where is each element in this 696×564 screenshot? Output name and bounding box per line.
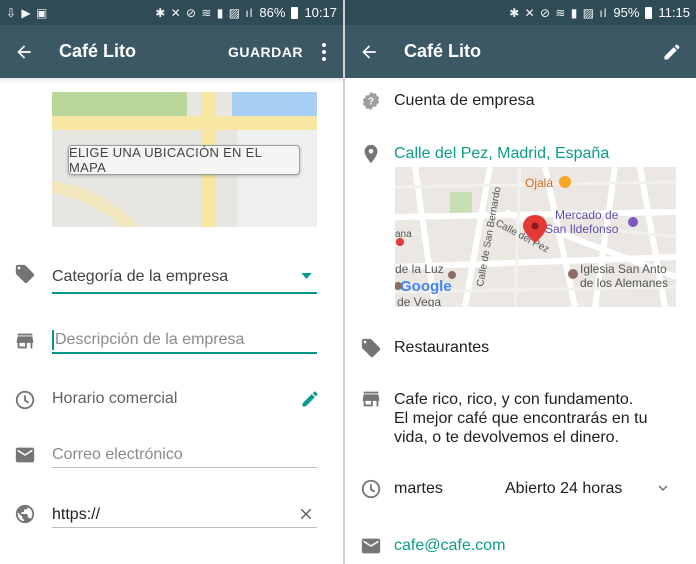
app-bar: Café Lito GUARDAR [0, 25, 343, 78]
business-description: Cafe rico, rico, y con fundamento. El me… [394, 390, 689, 447]
map-label-mercado-1: Mercado de [555, 208, 619, 222]
clock-icon [360, 478, 382, 500]
battery-icon [645, 6, 653, 19]
map-label-iglesia-2: de los Alemanes [580, 276, 668, 290]
map-label-de-la-luz: de la Luz [395, 262, 444, 276]
website-underline [52, 527, 317, 528]
map-label-mercado-2: San Ildefonso [545, 222, 619, 236]
location-map[interactable]: Ojalá Mercado de San Ildefonso Calle del… [395, 167, 676, 307]
status-bar: ✱ ✕ ⊘ ≋ ▮ ▨ ıl 95% 11:15 [345, 0, 696, 25]
address-link[interactable]: Calle del Pez, Madrid, España [394, 145, 609, 163]
clock: 10:17 [304, 5, 337, 20]
app-bar-title: Café Lito [59, 41, 137, 61]
top-shadow [0, 78, 343, 84]
app-bar: Café Lito [345, 25, 696, 78]
svg-text:?: ? [368, 97, 374, 108]
map-label-de-vega: de Vega [397, 295, 441, 307]
status-bar: ⇩ ▶ ▣ ✱ ✕ ⊘ ≋ ▮ ▨ ıl 86% 10:17 [0, 0, 343, 25]
location-map-preview[interactable]: ELIGE UNA UBICACIÓN EN EL MAPA [52, 92, 317, 227]
description-line: El mejor café que encontrarás en tu [394, 410, 648, 427]
category-dropdown[interactable]: Categoría de la empresa [52, 268, 317, 286]
google-logo: Google [400, 278, 452, 295]
business-profile-screen: ✱ ✕ ⊘ ≋ ▮ ▨ ıl 95% 11:15 Café Lito ? Cue… [345, 0, 696, 564]
clear-icon[interactable] [297, 505, 315, 523]
map-label-iglesia-1: Iglesia San Anto [580, 262, 667, 276]
business-hours-field[interactable]: Horario comercial [52, 390, 177, 408]
tag-icon [14, 263, 36, 285]
description-line: Cafe rico, rico, y con fundamento. [394, 391, 634, 408]
tag-icon [360, 337, 382, 359]
storefront-icon [360, 388, 382, 410]
chevron-down-icon[interactable] [654, 479, 672, 497]
more-options-icon[interactable] [321, 42, 327, 61]
dropdown-arrow-icon[interactable] [301, 273, 312, 279]
email-input[interactable]: Correo electrónico [52, 446, 183, 464]
account-type-label: Cuenta de empresa [394, 92, 535, 109]
category-value: Categoría de la empresa [52, 268, 229, 285]
map-tiles: Ojalá Mercado de San Ildefonso Calle del… [395, 167, 676, 307]
battery-level: 95% [613, 5, 640, 20]
edit-business-profile-screen: ⇩ ▶ ▣ ✱ ✕ ⊘ ≋ ▮ ▨ ıl 86% 10:17 Café Lito… [0, 0, 343, 564]
app-bar-title: Café Lito [404, 41, 482, 61]
description-underline [52, 352, 317, 354]
map-label-ojala: Ojalá [525, 176, 553, 190]
battery-level: 86% [259, 5, 286, 20]
battery-icon [291, 6, 299, 19]
system-status-icons: ✱ ✕ ⊘ ≋ ▮ ▨ ıl [509, 5, 608, 20]
description-cursor [52, 330, 54, 350]
clock-icon [14, 389, 36, 411]
system-status-icons: ✱ ✕ ⊘ ≋ ▮ ▨ ıl [155, 5, 254, 20]
website-input[interactable]: https:// [52, 506, 100, 524]
edit-pencil-icon[interactable] [300, 389, 320, 409]
notification-icons: ⇩ ▶ ▣ [6, 5, 49, 20]
back-arrow-icon[interactable] [14, 42, 34, 62]
email-icon [360, 535, 382, 557]
email-icon [14, 444, 36, 466]
clock: 11:15 [658, 5, 690, 20]
hours-day: martes [394, 480, 443, 497]
save-button[interactable]: GUARDAR [228, 44, 303, 60]
description-input[interactable]: Descripción de la empresa [55, 331, 244, 349]
edit-pencil-icon[interactable] [662, 42, 682, 62]
choose-location-button[interactable]: ELIGE UNA UBICACIÓN EN EL MAPA [68, 145, 300, 175]
map-label-ana: ana [395, 229, 412, 240]
description-line: vida, o te devolvemos el dinero. [394, 429, 620, 446]
storefront-icon [14, 330, 36, 352]
help-icon: ? [360, 90, 382, 112]
globe-icon [14, 503, 36, 525]
location-pin-icon [360, 143, 382, 165]
email-link[interactable]: cafe@cafe.com [394, 537, 505, 555]
hours-value[interactable]: Abierto 24 horas [505, 480, 622, 498]
category-value: Restaurantes [394, 339, 490, 356]
email-underline [52, 467, 317, 468]
category-underline [52, 292, 317, 294]
back-arrow-icon[interactable] [359, 42, 379, 62]
